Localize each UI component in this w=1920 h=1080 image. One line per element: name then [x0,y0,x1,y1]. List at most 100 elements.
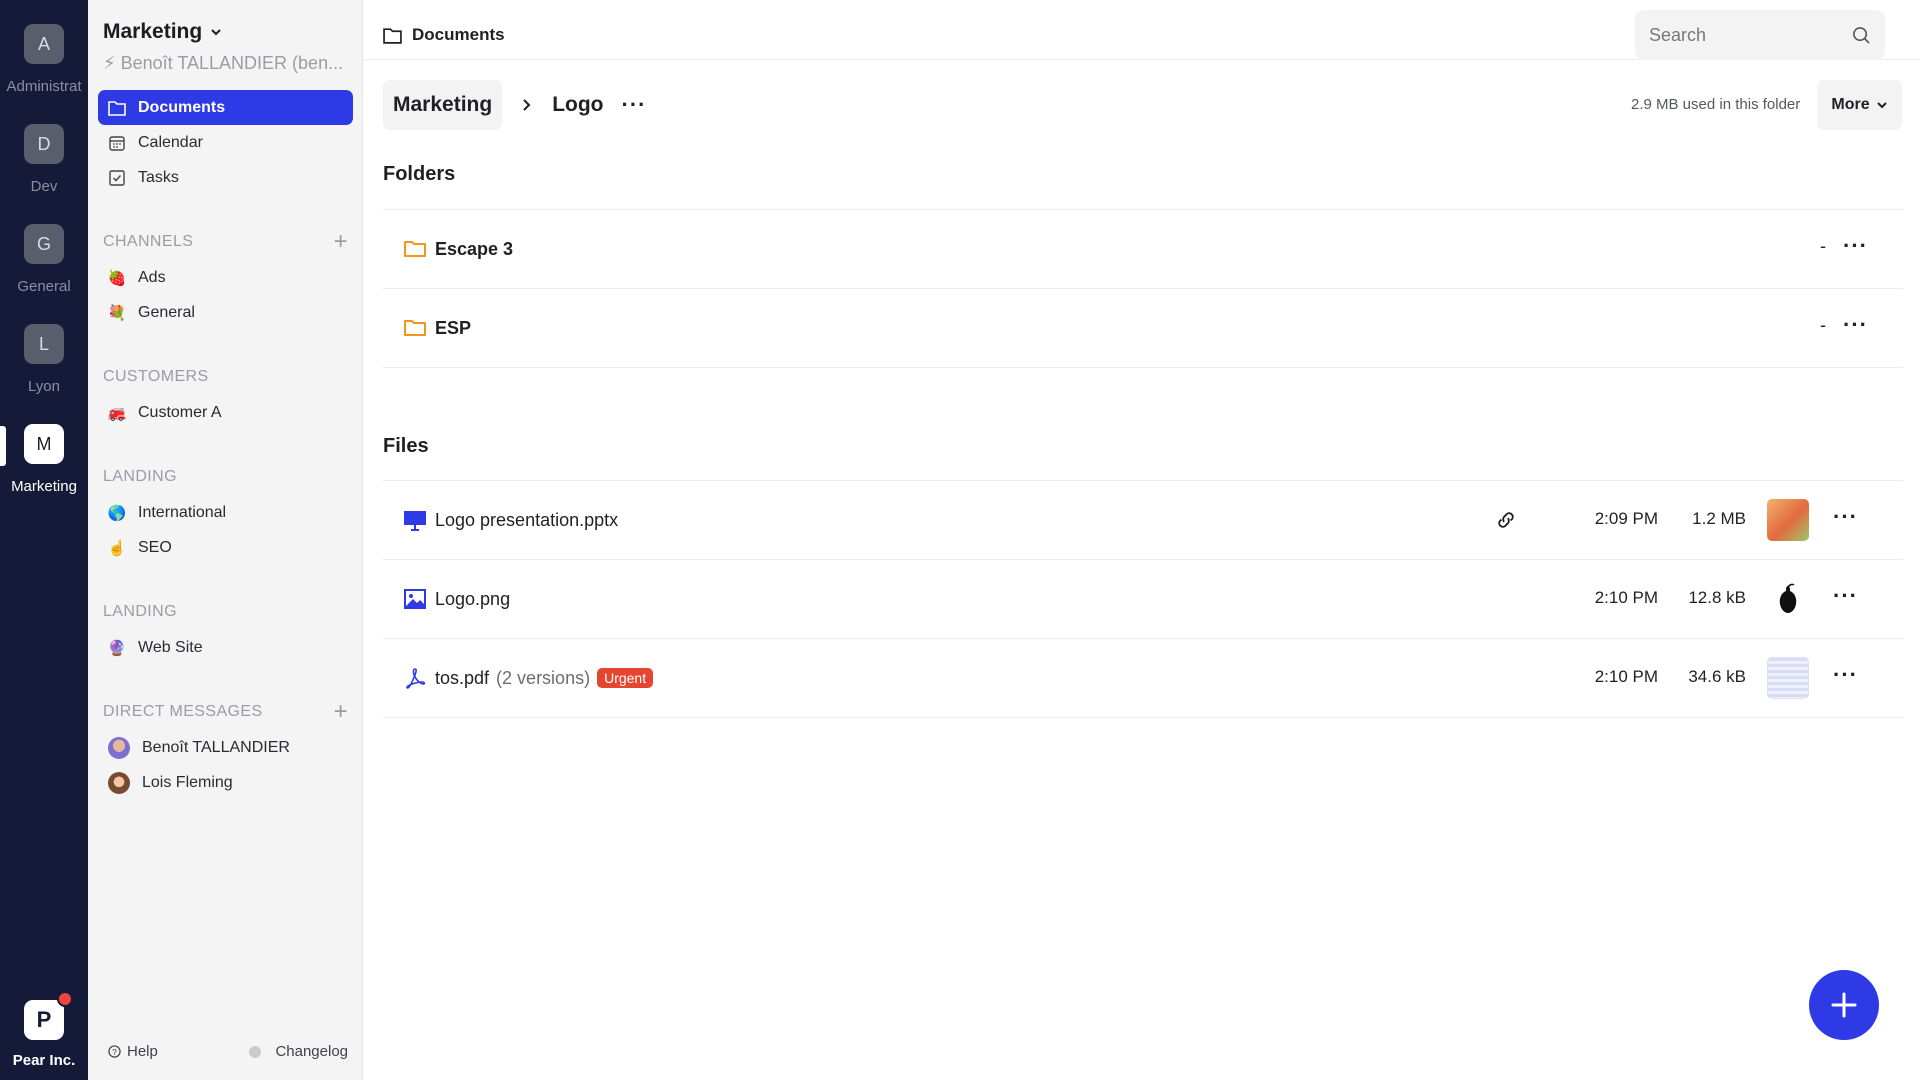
add-message-icon[interactable]: + [334,700,348,724]
pear-thumbnail [1779,583,1797,613]
chevron-down-icon [211,29,221,36]
channel-label: Web Site [138,638,203,656]
channel-label: Ads [138,268,166,286]
search-box[interactable] [1635,10,1885,60]
nav-calendar[interactable]: Calendar [98,125,353,160]
changelog-link[interactable]: Changelog [249,1043,348,1060]
channel-label: Customer A [138,403,222,421]
section-title: LANDING [103,468,177,485]
path-parent[interactable]: Marketing [383,80,503,130]
workspace-label: General [17,278,71,295]
folder-path: Marketing Logo ··· [383,80,646,130]
file-time: 2:10 PM [1594,667,1658,686]
file-name-text: Logo.png [435,588,511,609]
folder-options-icon[interactable]: ··· [622,92,647,118]
help-icon: ? [108,1045,121,1058]
presentation-icon [404,511,426,531]
folder-row[interactable]: Escape 3 - ··· [383,210,1903,288]
search-input[interactable] [1649,24,1839,46]
channel-general[interactable]: 💐 General [98,295,353,330]
path-current[interactable]: Logo [552,93,603,117]
file-time: 2:09 PM [1594,509,1658,528]
folder-icon [383,27,402,44]
urgent-badge: Urgent [597,668,654,688]
folder-icon [404,241,426,257]
checkbox-icon [108,169,126,187]
channel-emoji: 🍓 [107,269,127,287]
channel-emoji: 🌎 [107,504,127,522]
channel-emoji: ☝️ [107,539,127,557]
file-row[interactable]: Logo presentation.pptx 2:09 PM 1.2 MB ··… [383,481,1903,559]
workspace-avatar: A [24,24,64,64]
file-size: 1.2 MB [1692,509,1746,528]
help-link[interactable]: ? Help [108,1043,158,1060]
workspace-marketing[interactable]: M Marketing [0,400,88,500]
divider [383,367,1903,368]
section-direct-messages: DIRECT MESSAGES + [103,700,348,724]
nav-label: Tasks [138,168,179,186]
link-icon[interactable] [1495,509,1517,531]
workspace-lyon[interactable]: L Lyon [0,300,88,400]
file-name: tos.pdf (2 versions) Urgent [435,667,654,689]
channel-international[interactable]: 🌎 International [98,495,353,530]
workspace-general[interactable]: G General [0,200,88,300]
folder-usage: 2.9 MB used in this folder [1631,96,1801,113]
channel-emoji: 🚒 [107,404,127,422]
channel-customer-a[interactable]: 🚒 Customer A [98,395,353,430]
channel-label: International [138,503,227,521]
dm-lois-fleming[interactable]: Lois Fleming [98,765,353,800]
workspace-title[interactable]: Marketing [103,20,353,44]
add-button[interactable] [1809,970,1879,1040]
row-options-icon[interactable]: ··· [1833,662,1858,688]
file-thumbnail [1767,499,1809,541]
avatar [108,771,130,794]
workspace-label: Lyon [28,378,60,395]
nav-documents[interactable]: Documents [98,90,353,125]
file-row[interactable]: tos.pdf (2 versions) Urgent 2:10 PM 34.6… [383,639,1903,717]
folder-icon [108,99,126,117]
organization-logo: P [24,991,73,1040]
main-content: Documents Marketing Logo ··· 2.9 MB used… [363,0,1920,1080]
row-options-icon[interactable]: ··· [1843,312,1868,338]
plus-icon [1831,992,1857,1018]
row-options-icon[interactable]: ··· [1833,504,1858,530]
file-name-text: tos.pdf [435,667,490,688]
file-thumbnail [1767,657,1809,699]
file-time: 2:10 PM [1594,588,1658,607]
files-heading: Files [383,435,429,457]
status-dot-icon [249,1045,262,1058]
file-row[interactable]: Logo.png 2:10 PM 12.8 kB ··· [383,560,1903,638]
changelog-label: Changelog [275,1043,348,1060]
folder-icon [404,320,426,336]
page-breadcrumb: Documents [383,25,505,45]
workspace-dev[interactable]: D Dev [0,100,88,200]
dm-label: Lois Fleming [142,773,233,791]
file-name-text: Logo presentation.pptx [435,509,619,530]
search-icon[interactable] [1852,26,1871,45]
file-name: Logo.png [435,589,510,610]
workspace-administrat[interactable]: A Administrat [0,0,88,100]
top-bar: Documents [363,0,1920,60]
organization-switcher[interactable]: P Pear Inc. [0,990,88,1069]
section-title: CUSTOMERS [103,368,209,385]
nav-label: Documents [138,98,226,116]
divider [383,717,1903,718]
folder-row[interactable]: ESP - ··· [383,289,1903,367]
dm-label: Benoît TALLANDIER [142,738,290,756]
page-title: Documents [412,25,505,44]
channel-web-site[interactable]: 🔮 Web Site [98,630,353,665]
calendar-icon [108,134,126,152]
workspace-avatar: D [24,124,64,164]
row-options-icon[interactable]: ··· [1843,233,1868,259]
dm-benoit-tallandier[interactable]: Benoît TALLANDIER [98,730,353,765]
channel-label: SEO [138,538,172,556]
active-indicator [0,426,6,466]
channel-label: General [138,303,195,321]
row-options-icon[interactable]: ··· [1833,583,1858,609]
more-button[interactable]: More [1817,80,1902,130]
file-versions[interactable]: (2 versions) [496,668,590,689]
channel-ads[interactable]: 🍓 Ads [98,260,353,295]
add-channel-icon[interactable]: + [334,230,348,254]
nav-tasks[interactable]: Tasks [98,160,353,195]
channel-seo[interactable]: ☝️ SEO [98,530,353,565]
